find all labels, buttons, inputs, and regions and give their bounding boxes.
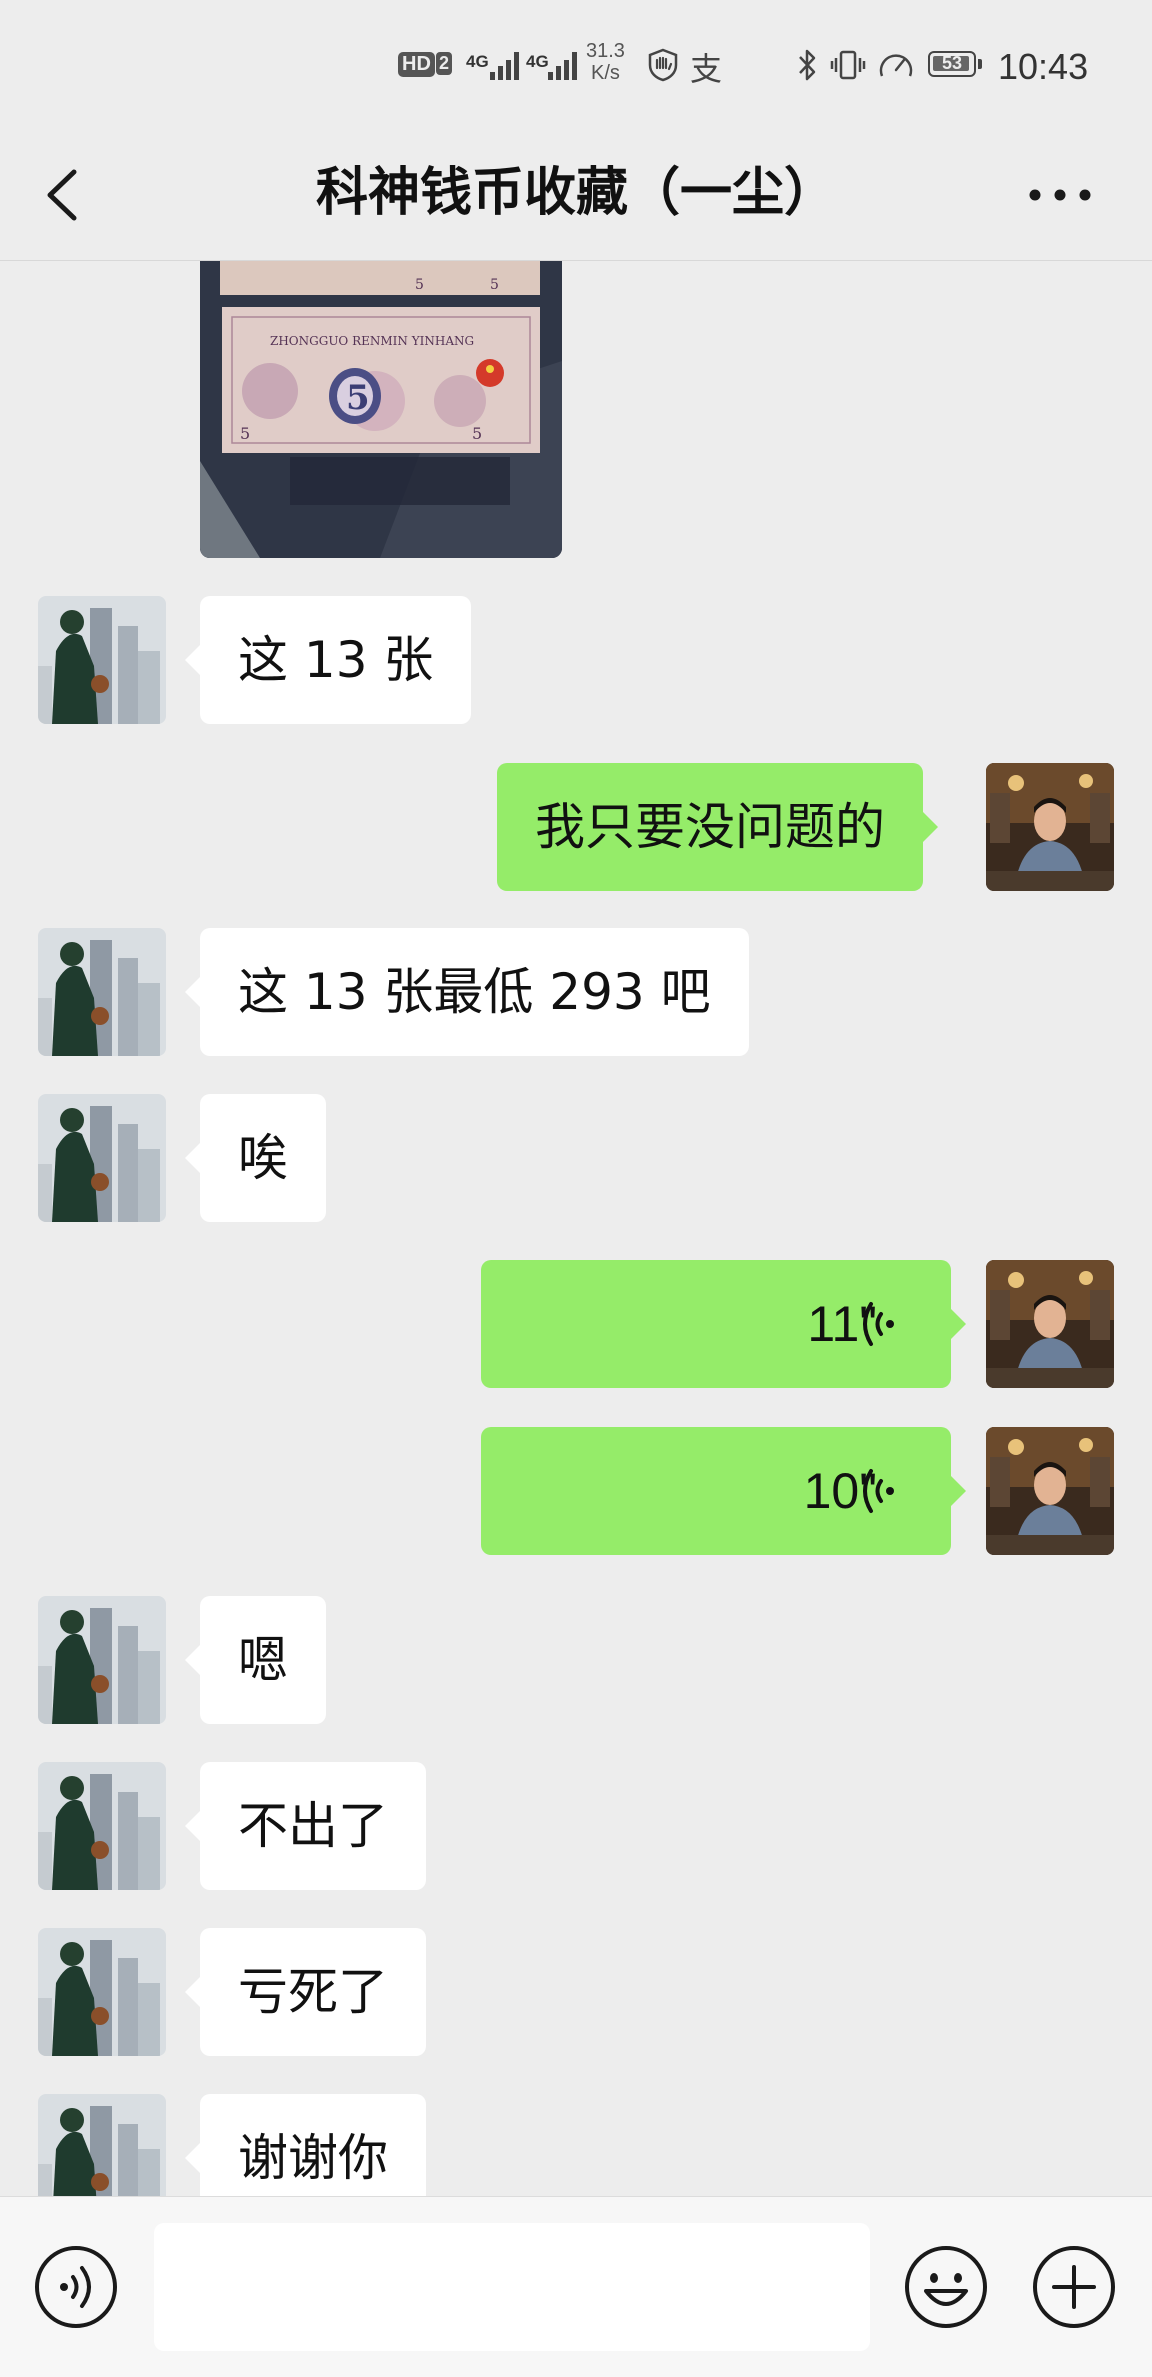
network-speed: 31.3 K/s	[586, 40, 625, 84]
contact-avatar[interactable]	[38, 1596, 166, 1724]
message-list[interactable]: 5 5 5 ZHONGGUO RENMIN YINHANG 5 5 这 13 张…	[0, 261, 1152, 2196]
message-bubble[interactable]: 不出了	[185, 1762, 426, 1890]
message-bubble[interactable]: 这 13 张最低 293 吧	[185, 928, 749, 1056]
hd-badge: HD	[398, 52, 435, 77]
message-bubble[interactable]: 唉	[185, 1094, 326, 1222]
battery-icon: 53	[928, 51, 982, 77]
network-type-1: 4G	[466, 52, 489, 71]
contact-avatar[interactable]	[38, 928, 166, 1056]
my-avatar[interactable]	[986, 763, 1114, 891]
vibrate-icon	[830, 50, 866, 80]
banknote-photo[interactable]: 5 5 5 ZHONGGUO RENMIN YINHANG 5 5	[200, 261, 562, 558]
status-bar: HD 2 4G 4G 31.3 K/s 支 53 10:43	[0, 0, 1152, 130]
more-functions-button[interactable]	[1032, 2245, 1116, 2329]
message-bubble[interactable]: 我只要没问题的	[497, 763, 938, 891]
input-bar	[0, 2196, 1152, 2377]
voice-message-bubble[interactable]: 11"	[481, 1260, 966, 1388]
voice-input-button[interactable]	[34, 2245, 118, 2329]
message-text: 我只要没问题的	[535, 798, 885, 856]
voice-wave-icon	[863, 1469, 894, 1513]
message-text: 这 13 张最低 293 吧	[238, 963, 711, 1021]
hand-shield-icon	[648, 48, 678, 82]
signal-bars-icon	[548, 50, 580, 80]
data-saver-icon	[879, 54, 913, 77]
message-bubble[interactable]: 亏死了	[185, 1928, 426, 2056]
message-bubble[interactable]: 谢谢你	[185, 2094, 426, 2196]
more-dots-icon	[1029, 189, 1091, 201]
contact-avatar[interactable]	[38, 596, 166, 724]
message-text: 谢谢你	[238, 2129, 388, 2187]
voice-input-icon	[35, 2246, 117, 2328]
battery-level: 53	[941, 53, 963, 73]
chat-header: 科神钱币收藏（一尘）	[0, 130, 1152, 261]
bluetooth-icon	[799, 49, 816, 81]
voice-message-bubble[interactable]: 10"	[481, 1427, 966, 1555]
message-text: 亏死了	[238, 1963, 388, 2021]
svg-text:5: 5	[415, 277, 424, 293]
emoji-icon	[905, 2246, 987, 2328]
clock: 10:43	[998, 46, 1089, 87]
message-bubble[interactable]: 嗯	[185, 1596, 326, 1724]
emoji-button[interactable]	[904, 2245, 988, 2329]
banknote-text: ZHONGGUO RENMIN YINHANG	[270, 334, 474, 348]
message-text: 嗯	[238, 1631, 288, 1689]
svg-text:5: 5	[490, 277, 499, 293]
signal-bars-icon	[490, 50, 522, 80]
contact-avatar[interactable]	[38, 2094, 166, 2196]
contact-avatar[interactable]	[38, 1928, 166, 2056]
message-bubble[interactable]: 这 13 张	[184, 596, 472, 724]
more-button[interactable]	[1020, 180, 1100, 210]
message-text: 唉	[238, 1129, 288, 1187]
sim2-badge: 2	[436, 52, 453, 75]
plus-icon	[1033, 2246, 1115, 2328]
contact-avatar[interactable]	[38, 1762, 166, 1890]
alipay-icon: 支	[690, 51, 723, 87]
banknote-denomination: 5	[346, 378, 370, 418]
svg-text:5: 5	[240, 424, 250, 443]
svg-text:5: 5	[472, 424, 482, 443]
message-input[interactable]	[154, 2223, 870, 2351]
my-avatar[interactable]	[986, 1427, 1114, 1555]
my-avatar[interactable]	[986, 1260, 1114, 1388]
network-type-2: 4G	[526, 52, 549, 71]
message-text: 这 13 张	[238, 631, 434, 689]
chat-title: 科神钱币收藏（一尘）	[315, 163, 836, 223]
contact-avatar[interactable]	[38, 1094, 166, 1222]
message-text: 不出了	[238, 1797, 388, 1855]
voice-wave-icon	[863, 1302, 894, 1346]
